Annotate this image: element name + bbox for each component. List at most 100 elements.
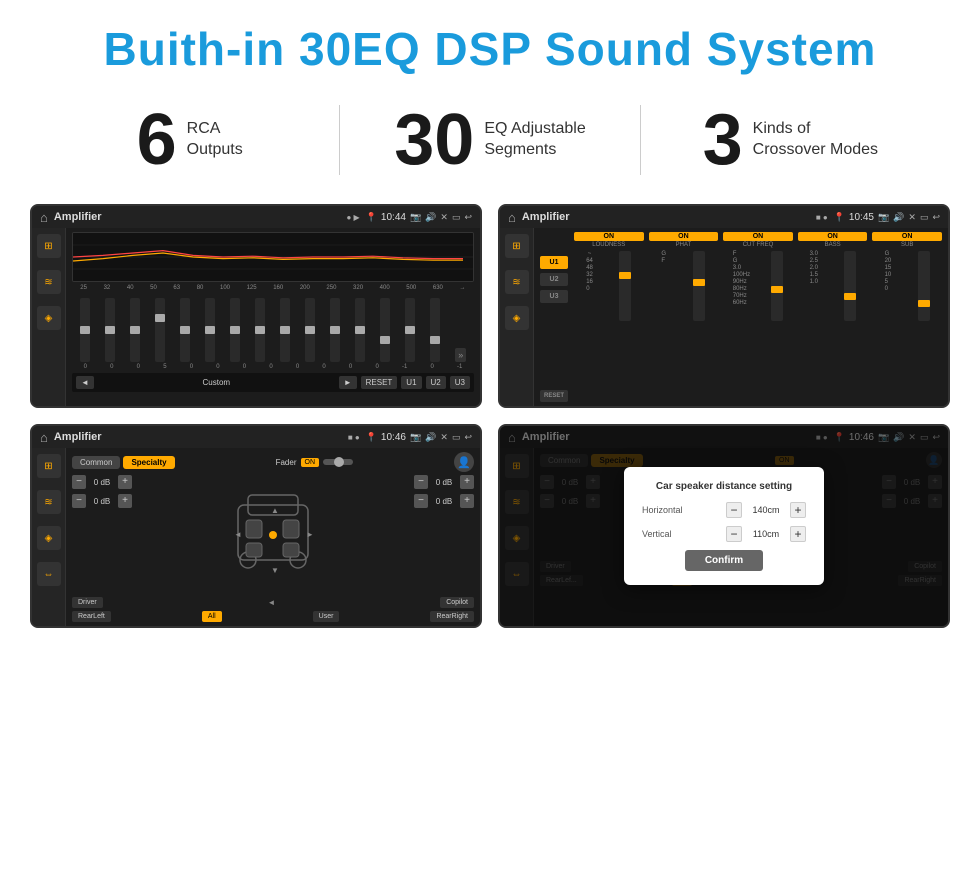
dialog-vertical-minus[interactable]: − [726,526,742,542]
eq-reset-button[interactable]: RESET [361,376,398,389]
eq-time: 10:44 [381,212,406,223]
db-fl-plus[interactable]: + [118,475,132,489]
slider-bass[interactable] [844,251,856,321]
speaker-back-icon[interactable]: ↩ [464,432,472,443]
pos-all[interactable]: All [202,611,222,622]
stat-eq: 30 EQ Adjustable Segments [360,104,619,176]
eq-sidebar-btn3[interactable]: ◈ [37,306,61,330]
speaker-screen-body: ⊞ ≋ ◈ ⇔ Common Specialty Fader ON [32,448,480,626]
eq-slider-7[interactable] [255,298,265,362]
eq-slider-5[interactable] [205,298,215,362]
eq-next-button[interactable]: ► [339,376,357,389]
db-fr-minus[interactable]: − [414,475,428,489]
speaker-sidebar-btn1[interactable]: ⊞ [37,454,61,478]
speaker-sidebar-btn3[interactable]: ◈ [37,526,61,550]
crossover-reset-btn[interactable]: RESET [540,390,568,402]
eq-u1-button[interactable]: U1 [401,376,421,389]
speaker-app-title: Amplifier [54,431,342,443]
eq-slider-0[interactable] [80,298,90,362]
profile-icon[interactable]: 👤 [454,452,474,472]
eq-slider-13[interactable] [405,298,415,362]
speaker-sidebar-btn2[interactable]: ≋ [37,490,61,514]
pos-driver[interactable]: Driver [72,597,103,608]
eq-app-title: Amplifier [54,211,341,223]
ch-bass-label: BASS [798,242,868,248]
dialog-horizontal-plus[interactable]: + [790,502,806,518]
pos-rearright[interactable]: RearRight [430,611,474,622]
slider-loudness[interactable] [619,251,631,321]
crossover-sidebar-btn2[interactable]: ≋ [505,270,529,294]
eq-graph [72,232,474,282]
dialog-vertical-plus[interactable]: + [790,526,806,542]
eq-slider-12[interactable] [380,298,390,362]
eq-u2-button[interactable]: U2 [426,376,446,389]
stat-rca-number: 6 [137,104,177,176]
tab-specialty[interactable]: Specialty [123,456,174,469]
crossover-home-icon[interactable]: ⌂ [508,210,516,225]
back-icon[interactable]: ↩ [464,212,472,223]
fader-on-badge[interactable]: ON [301,458,320,467]
crossover-back-icon[interactable]: ↩ [932,212,940,223]
eq-prev-button[interactable]: ◄ [76,376,94,389]
speaker-sidebar-btn4[interactable]: ⇔ [37,562,61,586]
speaker-main-area: Common Specialty Fader ON 👤 [66,448,480,626]
eq-preset-label: Custom [98,378,335,387]
db-rl-minus[interactable]: − [72,494,86,508]
db-rr-plus[interactable]: + [460,494,474,508]
dialog-horizontal-minus[interactable]: − [726,502,742,518]
dialog-confirm-button[interactable]: Confirm [685,550,763,571]
eq-sidebar-btn1[interactable]: ⊞ [37,234,61,258]
eq-slider-8[interactable] [280,298,290,362]
slider-sub[interactable] [918,251,930,321]
eq-sidebar-btn2[interactable]: ≋ [37,270,61,294]
eq-status-bar: ⌂ Amplifier ● ▶ 📍 10:44 📷 🔊 ✕ ▭ ↩ [32,206,480,228]
crossover-u3-btn[interactable]: U3 [540,290,568,303]
db-fl-minus[interactable]: − [72,475,86,489]
eq-screen-body: ⊞ ≋ ◈ [32,228,480,406]
ch-phat-on[interactable]: ON [649,232,719,241]
crossover-volume-icon: 🔊 [893,212,904,223]
ch-sub-on[interactable]: ON [872,232,942,241]
crossover-u2-btn[interactable]: U2 [540,273,568,286]
stat-crossover-desc2: Crossover Modes [753,140,878,161]
ch-cutfreq-on[interactable]: ON [723,232,793,241]
slider-cutfreq[interactable] [771,251,783,321]
dialog-vertical-value: 110cm [746,529,786,539]
eq-slider-4[interactable] [180,298,190,362]
eq-slider-14[interactable] [430,298,440,362]
crossover-u1-btn[interactable]: U1 [540,256,568,269]
eq-slider-9[interactable] [305,298,315,362]
db-rr-minus[interactable]: − [414,494,428,508]
eq-slider-1[interactable] [105,298,115,362]
eq-slider-2[interactable] [130,298,140,362]
ch-loudness-on[interactable]: ON [574,232,644,241]
eq-slider-3[interactable] [155,298,165,362]
crossover-main-area: U1 U2 U3 RESET ON LOUDNESS [534,228,948,406]
tab-common[interactable]: Common [72,456,120,469]
speaker-home-icon[interactable]: ⌂ [40,430,48,445]
svg-text:◄: ◄ [234,530,242,539]
stat-rca: 6 RCA Outputs [60,104,319,176]
home-icon[interactable]: ⌂ [40,210,48,225]
speaker-location-icon: 📍 [366,432,377,443]
ch-phat-label: PHAT [649,242,719,248]
eq-scroll-right[interactable]: » [455,348,466,362]
crossover-location-icon: 📍 [834,212,845,223]
pos-copilot[interactable]: Copilot [440,597,474,608]
crossover-sidebar-btn3[interactable]: ◈ [505,306,529,330]
db-rl-plus[interactable]: + [118,494,132,508]
ch-bass-on[interactable]: ON [798,232,868,241]
pos-rearleft[interactable]: RearLeft [72,611,111,622]
eq-slider-6[interactable] [230,298,240,362]
db-fr-plus[interactable]: + [460,475,474,489]
crossover-sidebar-btn1[interactable]: ⊞ [505,234,529,258]
eq-u3-button[interactable]: U3 [450,376,470,389]
eq-slider-11[interactable] [355,298,365,362]
slider-phat[interactable] [693,251,705,321]
speaker-minimize-icon: ▭ [452,432,461,443]
eq-slider-10[interactable] [330,298,340,362]
fader-slider[interactable] [323,459,353,465]
dialog-horizontal-row: Horizontal − 140cm + [642,502,806,518]
pos-user[interactable]: User [313,611,340,622]
camera-icon: 📷 [410,212,421,223]
